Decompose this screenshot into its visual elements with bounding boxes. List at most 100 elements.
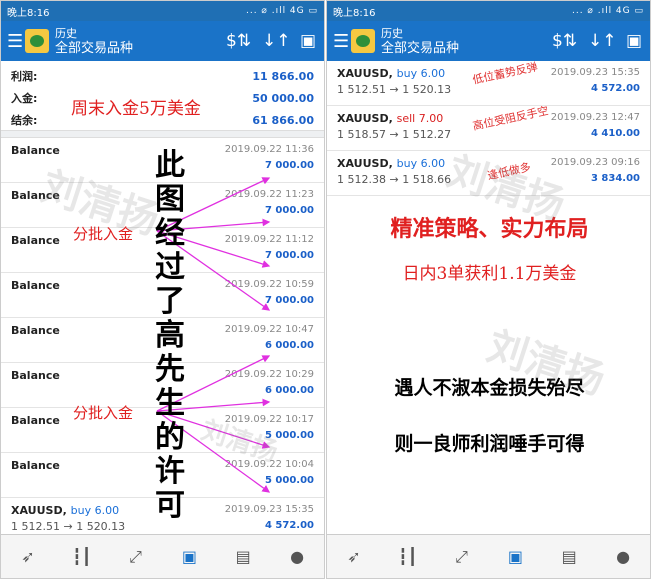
vertical-char: 许 (155, 454, 185, 489)
bottom-nav: ➶ ┇┃ ⤢ ▣ ▤ ● (1, 534, 324, 578)
sort-icon[interactable]: ↓↑ (262, 31, 291, 51)
permission-vertical-text: 此图经过了高先生的许可 (153, 149, 187, 523)
chart-arrow-icon[interactable]: ➶ (14, 543, 42, 571)
symbol-filter: 全部交易品种 (55, 41, 134, 56)
balance-amount: 7 000.00 (264, 205, 314, 216)
trade-amount: 4 572.00 (590, 83, 640, 94)
trade-symbol: XAUUSD, (337, 112, 393, 125)
trade-date: 2019.09.23 15:35 (224, 504, 314, 515)
vertical-char: 可 (155, 488, 185, 523)
news-icon[interactable]: ▤ (555, 543, 583, 571)
promo-line-1: 遇人不淑本金损失殆尽 (394, 377, 585, 399)
candlestick-icon[interactable]: ┇┃ (394, 543, 422, 571)
vertical-char: 高 (155, 318, 185, 353)
app-titles[interactable]: 历史 全部交易品种 (55, 26, 210, 56)
trade-type: buy 6.00 (70, 504, 120, 517)
trade-symbol: XAUUSD, (337, 67, 393, 80)
app-titles[interactable]: 历史 全部交易品种 (381, 26, 536, 56)
balance-date: 2019.09.22 11:23 (224, 189, 314, 200)
summary-value: 61 866.00 (252, 113, 314, 127)
trade-amount: 4 572.00 (264, 520, 314, 531)
currency-sort-icon[interactable]: $⇅ (226, 31, 251, 51)
summary-profit: 利润: 11 866.00 (11, 65, 314, 87)
promo-headline: 精准策略、实力布局 (390, 217, 589, 242)
balance-date: 2019.09.22 10:04 (224, 459, 314, 470)
app-bar: ☰ 历史 全部交易品种 $⇅ ↓↑ ▣ (1, 21, 324, 61)
status-icons: ... ⌀ .ıll 4G ▭ (571, 6, 644, 16)
trade-symbol: XAUUSD, (337, 157, 393, 170)
candlestick-icon[interactable]: ┇┃ (68, 543, 96, 571)
left-phone-screen: 晚上8:16 ... ⌀ .ıll 4G ▭ ☰ 历史 全部交易品种 $⇅ ↓↑… (0, 0, 325, 579)
summary-value: 50 000.00 (252, 91, 314, 105)
trade-symbol: XAUUSD, (11, 504, 67, 517)
balance-date: 2019.09.22 10:47 (224, 324, 314, 335)
trend-icon[interactable]: ⤢ (448, 543, 476, 571)
balance-date: 2019.09.22 10:17 (224, 414, 314, 425)
status-time: 晚上8:16 (7, 7, 50, 19)
deposit-note: 周末入金5万美金 (71, 99, 201, 119)
status-time: 晚上8:16 (333, 7, 376, 19)
trade-type: buy 6.00 (396, 157, 446, 170)
chart-arrow-icon[interactable]: ➶ (340, 543, 368, 571)
balance-date: 2019.09.22 11:12 (224, 234, 314, 245)
news-icon[interactable]: ▤ (229, 543, 257, 571)
status-bar: 晚上8:16 ... ⌀ .ıll 4G ▭ (1, 1, 324, 21)
symbol-filter: 全部交易品种 (381, 41, 460, 56)
summary-label: 结余: (11, 114, 38, 127)
balance-date: 2019.09.22 10:29 (224, 369, 314, 380)
summary-label: 利润: (11, 70, 38, 83)
status-icons: ... ⌀ .ıll 4G ▭ (245, 6, 318, 16)
balance-date: 2019.09.22 10:59 (224, 279, 314, 290)
vertical-char: 此 (155, 148, 185, 183)
calendar-icon[interactable]: ▣ (298, 31, 318, 51)
menu-icon[interactable]: ☰ (7, 31, 23, 52)
batch-deposit-label-2: 分批入金 (73, 404, 134, 422)
inbox-icon[interactable]: ▣ (501, 543, 529, 571)
trade-row[interactable]: XAUUSD, sell 7.00 1 518.57 → 1 512.27 20… (327, 104, 650, 151)
balance-amount: 6 000.00 (264, 385, 314, 396)
trade-row[interactable]: XAUUSD, buy 6.00 1 512.51 → 1 520.13 201… (327, 60, 650, 106)
balance-amount: 7 000.00 (264, 250, 314, 261)
sort-icon[interactable]: ↓↑ (588, 31, 617, 51)
chat-icon[interactable]: ● (609, 543, 637, 571)
history-title: 历史 (55, 27, 77, 40)
menu-icon[interactable]: ☰ (333, 31, 349, 52)
trade-date: 2019.09.23 12:47 (550, 112, 640, 123)
right-phone-screen: 晚上8:16 ... ⌀ .ıll 4G ▭ ☰ 历史 全部交易品种 $⇅ ↓↑… (326, 0, 651, 579)
trend-icon[interactable]: ⤢ (122, 543, 150, 571)
history-title: 历史 (381, 27, 403, 40)
calendar-icon[interactable]: ▣ (624, 31, 644, 51)
trade-list: XAUUSD, buy 6.00 1 512.51 → 1 520.13 201… (327, 60, 650, 196)
vertical-char: 经 (155, 216, 185, 251)
balance-amount: 5 000.00 (264, 475, 314, 486)
vertical-char: 生 (155, 386, 185, 421)
balance-date: 2019.09.22 11:36 (224, 144, 314, 155)
vertical-char: 过 (155, 250, 185, 285)
vertical-char: 了 (155, 284, 185, 319)
vertical-char: 先 (155, 352, 185, 387)
trade-date: 2019.09.23 15:35 (550, 67, 640, 78)
trade-type: sell 7.00 (396, 112, 444, 125)
summary-value: 11 866.00 (252, 69, 314, 83)
batch-deposit-label-1: 分批入金 (73, 225, 134, 243)
trade-row[interactable]: XAUUSD, buy 6.00 1 512.38 → 1 518.66 201… (327, 151, 650, 196)
balance-amount: 5 000.00 (264, 430, 314, 441)
app-logo (25, 29, 49, 53)
currency-sort-icon[interactable]: $⇅ (552, 31, 577, 51)
trade-date: 2019.09.23 09:16 (550, 157, 640, 168)
vertical-char: 图 (155, 182, 185, 217)
balance-amount: 6 000.00 (264, 340, 314, 351)
vertical-char: 的 (155, 420, 185, 455)
bottom-nav: ➶ ┇┃ ⤢ ▣ ▤ ● (327, 534, 650, 578)
chat-icon[interactable]: ● (283, 543, 311, 571)
inbox-icon[interactable]: ▣ (175, 543, 203, 571)
app-logo (351, 29, 375, 53)
trade-type: buy 6.00 (396, 67, 446, 80)
section-gap (1, 131, 324, 138)
summary-label: 入金: (11, 92, 38, 105)
trade-amount: 3 834.00 (590, 173, 640, 184)
status-bar: 晚上8:16 ... ⌀ .ıll 4G ▭ (327, 1, 650, 21)
balance-amount: 7 000.00 (264, 160, 314, 171)
promo-line-2: 则一良师利润唾手可得 (394, 433, 585, 455)
promo-subline: 日内3单获利1.1万美金 (402, 264, 577, 284)
